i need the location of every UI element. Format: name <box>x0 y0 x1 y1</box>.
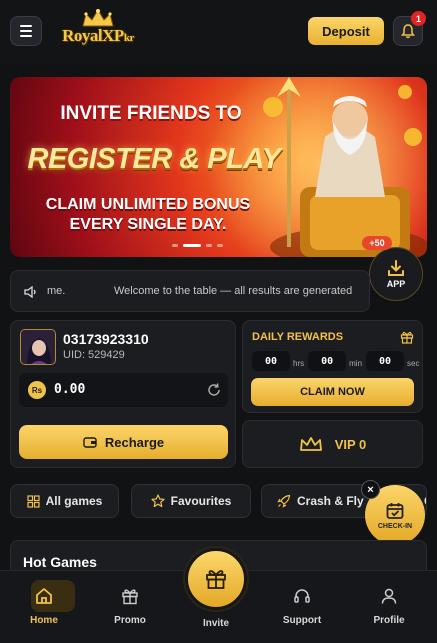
vip-level: VIP 0 <box>334 436 367 452</box>
check-in-label: CHECK-IN <box>377 522 413 530</box>
crown-icon <box>82 9 114 27</box>
app-label: APP <box>386 279 406 289</box>
notification-badge: 1 <box>411 11 426 26</box>
recharge-label: Recharge <box>104 434 165 450</box>
nav-home[interactable]: Home <box>9 571 79 643</box>
nav-promo-label: Promo <box>114 615 146 626</box>
pagination-dot[interactable] <box>206 244 212 247</box>
tab-label: Favourites <box>170 494 232 508</box>
app-bonus-badge: +50 <box>362 236 392 250</box>
announcement-marquee: me. Welcome to the table — all results a… <box>10 270 370 312</box>
pagination-dot[interactable] <box>172 244 178 247</box>
calendar-check-icon <box>386 502 404 519</box>
banner-headline: INVITE FRIENDS TO <box>60 103 242 124</box>
app-download-button[interactable]: APP <box>369 247 423 301</box>
rupee-icon: Rs <box>28 381 46 399</box>
timer-seconds: 00 <box>366 351 405 371</box>
daily-rewards-title: DAILY REWARDS <box>252 331 344 343</box>
tab-crash-and-fly[interactable]: Crash & Fly <box>261 484 375 518</box>
tab-label: Crash & Fly <box>297 494 364 508</box>
tab-label: All games <box>45 494 103 508</box>
gift-icon <box>400 331 414 344</box>
tab-label: C <box>424 494 426 508</box>
nav-invite-label: Invite <box>202 618 230 629</box>
vip-card[interactable]: VIP 0 <box>242 420 423 468</box>
menu-icon[interactable] <box>10 16 42 46</box>
recharge-button[interactable]: Recharge <box>19 425 228 459</box>
top-header: RoyalXPkr Deposit 1 <box>0 0 437 64</box>
invite-button[interactable] <box>185 548 247 610</box>
gift-icon <box>119 585 141 607</box>
bell-icon <box>401 23 415 38</box>
user-card: 03173923310 UID: 529429 Rs 0.00 Recharge <box>10 320 236 468</box>
hot-games-title: Hot Games <box>23 554 97 570</box>
marquee-text: Welcome to the table — all results are g… <box>114 285 353 297</box>
marquee-text-tail: me. <box>47 285 66 297</box>
nav-support[interactable]: Support <box>267 571 337 643</box>
tab-all-games[interactable]: All games <box>10 484 119 518</box>
user-icon <box>378 585 400 607</box>
pagination-dot-active[interactable] <box>183 244 201 247</box>
balance-value: 0.00 <box>54 382 86 397</box>
countdown-timer: 00 hrs 00 min 00 sec <box>252 351 423 371</box>
tab-favourites[interactable]: Favourites <box>131 484 251 518</box>
nav-support-label: Support <box>282 615 322 626</box>
royalxp-logo[interactable]: RoyalXPkr <box>52 8 144 56</box>
crown-icon <box>299 437 322 451</box>
gift-icon <box>206 570 226 589</box>
nav-profile[interactable]: Profile <box>354 571 424 643</box>
speaker-icon <box>24 285 36 299</box>
user-phone: 03173923310 <box>63 331 149 347</box>
star-icon <box>151 494 165 508</box>
balance-display: Rs 0.00 <box>19 373 228 407</box>
claim-now-button[interactable]: CLAIM NOW <box>251 378 414 406</box>
grid-icon <box>27 494 40 508</box>
timer-seconds-unit: sec <box>407 358 420 368</box>
timer-hours: 00 <box>252 351 290 371</box>
banner-title: REGISTER & PLAY <box>27 143 282 175</box>
nav-promo[interactable]: Promo <box>95 571 165 643</box>
timer-minutes: 00 <box>308 351 347 371</box>
banner-pagination <box>172 244 223 247</box>
deposit-button[interactable]: Deposit <box>308 17 384 45</box>
nav-home-label: Home <box>30 615 58 626</box>
refresh-icon[interactable] <box>206 382 222 398</box>
headset-icon <box>291 585 313 607</box>
promo-banner[interactable]: INVITE FRIENDS TO REGISTER & PLAY CLAIM … <box>10 77 427 257</box>
avatar-image <box>21 330 55 364</box>
timer-minutes-unit: min <box>349 358 363 368</box>
daily-rewards-card: DAILY REWARDS 00 hrs 00 min 00 sec CLAIM… <box>242 320 423 413</box>
download-icon <box>388 260 404 276</box>
user-uid: UID: 529429 <box>63 349 125 361</box>
wallet-icon <box>83 437 97 448</box>
timer-hours-unit: hrs <box>293 358 305 368</box>
avatar[interactable] <box>20 329 56 365</box>
logo-text: RoyalXPkr <box>62 26 134 45</box>
home-icon <box>33 585 55 607</box>
pagination-dot[interactable] <box>217 244 223 247</box>
rocket-icon <box>277 494 291 508</box>
banner-subtitle: CLAIM UNLIMITED BONUS EVERY SINGLE DAY. <box>45 196 251 233</box>
close-icon[interactable]: × <box>361 480 380 499</box>
nav-profile-label: Profile <box>373 615 405 626</box>
